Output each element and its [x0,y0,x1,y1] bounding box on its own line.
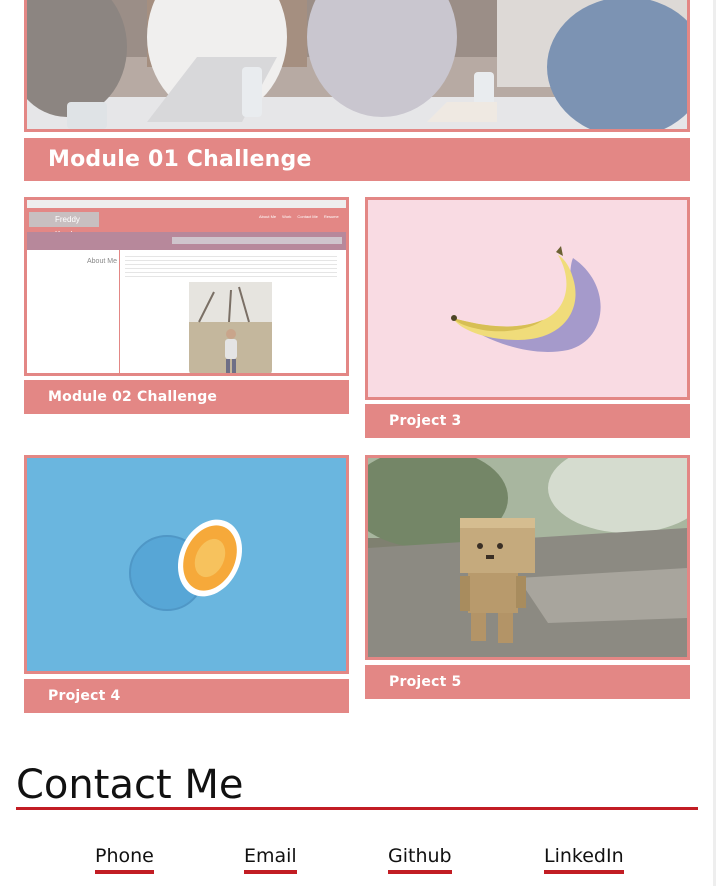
project-card-3[interactable]: Project 3 [365,197,690,438]
preview-nav-item: Contact Me [297,214,318,219]
preview-text-lines [125,256,337,280]
preview-section-label: About Me [87,258,117,265]
browser-bar [27,200,346,208]
orange-illustration [27,458,346,671]
contact-link-github[interactable]: Github [388,844,452,874]
cardboard-robot-illustration [368,458,687,657]
contact-divider [16,807,698,810]
preview-header: Freddy Kwak About Me Work Contact Me Res… [27,208,346,239]
preview-site-name: Freddy Kwak [29,212,99,239]
project-card-5[interactable]: Project 5 [365,455,690,699]
preview-portrait-image [189,282,272,373]
project-card-module-01[interactable]: Module 01 Challenge [24,0,690,181]
team-meeting-image[interactable] [24,0,690,132]
preview-nav: About Me Work Contact Me Resume [259,214,339,219]
contact-link-phone[interactable]: Phone [95,844,154,874]
project-card-4[interactable]: Project 4 [24,455,349,713]
portfolio-page: Module 01 Challenge Freddy Kwak About Me… [0,0,716,886]
card-title: Project 5 [365,665,690,699]
card-title-text: Project 3 [389,413,462,429]
orange-image[interactable] [24,455,349,674]
banana-image[interactable] [365,197,690,400]
card-title: Project 4 [24,679,349,713]
cardboard-robot-image[interactable] [365,455,690,660]
contact-link-linkedin[interactable]: LinkedIn [544,844,624,874]
preview-nav-item: Resume [323,214,339,219]
contact-link-email[interactable]: Email [244,844,297,874]
team-meeting-illustration [27,0,687,129]
card-title-text: Project 4 [48,688,121,704]
preview-nav-item: Work [282,214,292,219]
portfolio-screenshot-image[interactable]: Freddy Kwak About Me Work Contact Me Res… [24,197,349,376]
card-title-text: Module 02 Challenge [48,389,218,405]
preview-banner [27,232,346,250]
card-title: Module 01 Challenge [24,138,690,181]
contact-heading: Contact Me [16,762,244,808]
card-title-text: Module 01 Challenge [48,147,312,172]
project-card-module-02[interactable]: Freddy Kwak About Me Work Contact Me Res… [24,197,349,414]
card-title: Project 3 [365,404,690,438]
banana-illustration [368,200,687,397]
card-title: Module 02 Challenge [24,380,349,414]
preview-nav-item: About Me [259,214,277,219]
card-title-text: Project 5 [389,674,462,690]
